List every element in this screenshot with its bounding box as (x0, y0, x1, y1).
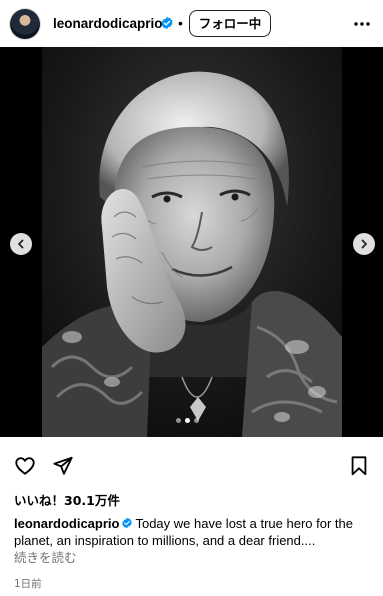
carousel-dot (185, 418, 190, 423)
carousel-dot (176, 418, 181, 423)
avatar[interactable] (10, 9, 40, 39)
carousel-prev-button[interactable] (10, 233, 32, 255)
header-separator: • (178, 15, 183, 31)
carousel-dot (194, 418, 199, 423)
post-media[interactable] (0, 47, 383, 437)
chevron-left-icon (18, 239, 24, 249)
verified-badge-icon (161, 16, 173, 30)
bookmark-icon[interactable] (348, 455, 370, 477)
caption-username[interactable]: leonardodicaprio (14, 516, 119, 531)
carousel-indicator (172, 417, 212, 425)
post-caption: leonardodicaprio Today we have lost a tr… (14, 515, 372, 549)
verified-badge-icon (122, 517, 133, 529)
carousel-next-button[interactable] (353, 233, 375, 255)
share-icon[interactable] (52, 455, 74, 477)
following-button[interactable]: フォロー中 (189, 10, 271, 37)
read-more-link[interactable]: 続きを読む (14, 550, 77, 566)
post-header: leonardodicaprio • フォロー中 (0, 0, 383, 47)
more-options-icon[interactable] (353, 15, 371, 33)
post-timestamp: 1日前 (14, 578, 42, 590)
heart-icon[interactable] (14, 455, 36, 477)
portrait-photo (42, 47, 342, 437)
post-actions (0, 437, 383, 493)
post-username[interactable]: leonardodicaprio (53, 16, 163, 32)
chevron-right-icon (361, 239, 367, 249)
likes-count[interactable]: いいね！30.1万件 (14, 493, 120, 509)
